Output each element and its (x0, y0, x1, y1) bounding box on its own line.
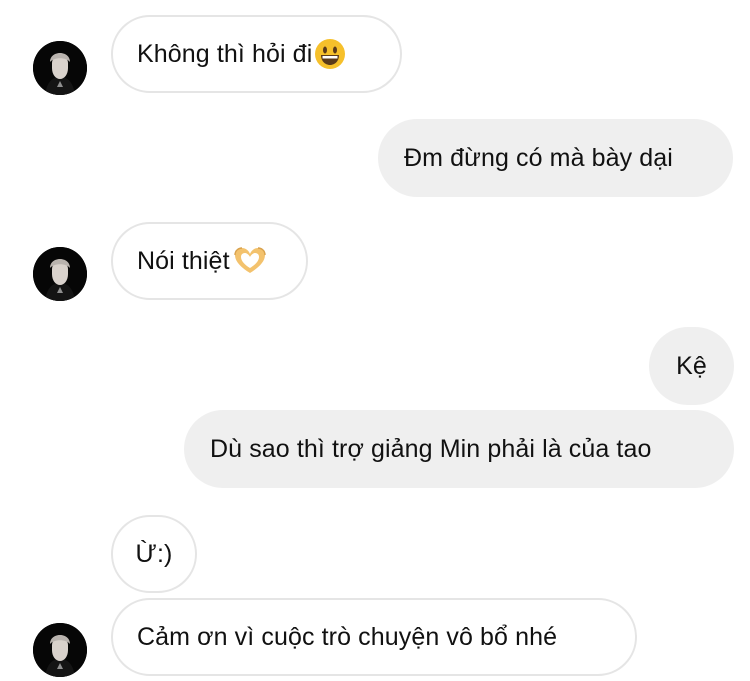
incoming-message-bubble[interactable]: Cảm ơn vì cuộc trò chuyện vô bổ nhé (111, 598, 637, 676)
outgoing-message-bubble[interactable]: Dù sao thì trợ giảng Min phải là của tao (184, 410, 734, 488)
incoming-message-bubble[interactable]: Không thì hỏi đi (111, 15, 402, 93)
message-text: Không thì hỏi đi (137, 39, 313, 68)
message-text: Dù sao thì trợ giảng Min phải là của tao (210, 434, 652, 463)
outgoing-message-bubble[interactable]: Kệ (649, 327, 734, 405)
message-text: Nói thiệt (137, 246, 230, 275)
heart-hands-emoji-icon (232, 246, 268, 276)
message-text: Đm đừng có mà bày dại (404, 143, 673, 172)
message-text: Cảm ơn vì cuộc trò chuyện vô bổ nhé (137, 622, 558, 651)
incoming-message-bubble[interactable]: Nói thiệt (111, 222, 308, 300)
message-text: Kệ (676, 351, 707, 380)
contact-avatar[interactable] (33, 623, 87, 677)
contact-avatar[interactable] (33, 41, 87, 95)
contact-avatar[interactable] (33, 247, 87, 301)
incoming-message-bubble[interactable]: Ừ:) (111, 515, 197, 593)
grinning-face-emoji-icon (314, 38, 346, 70)
message-text: Ừ:) (135, 539, 173, 568)
outgoing-message-bubble[interactable]: Đm đừng có mà bày dại (378, 119, 733, 197)
